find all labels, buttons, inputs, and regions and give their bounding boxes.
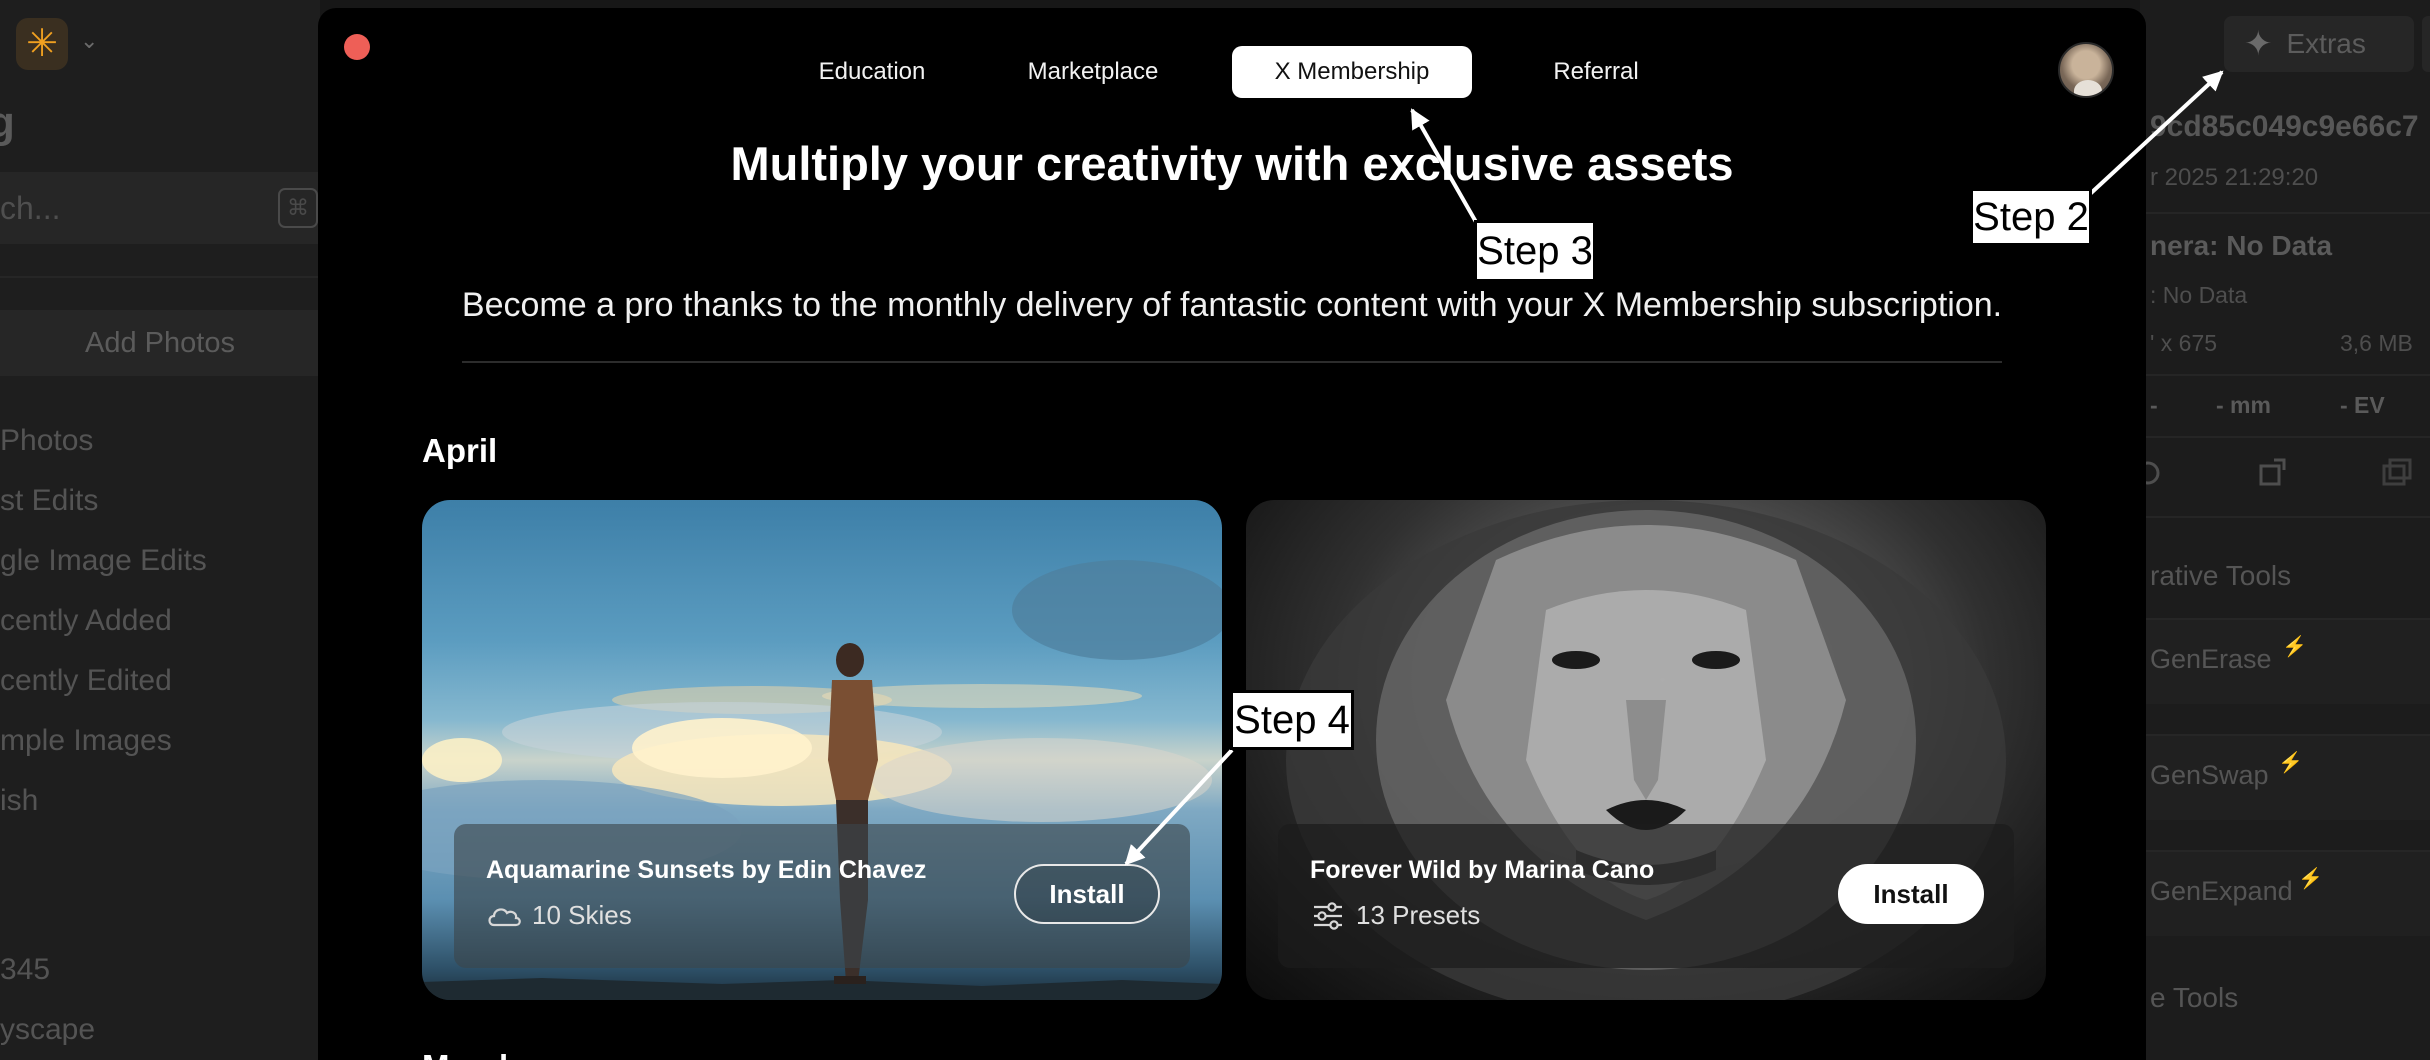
step4-label: Step 4 [1230,690,1354,750]
exposure-compensation: - EV [2340,392,2385,418]
creative-tools-heading: rative Tools [2150,560,2292,591]
compare-icon[interactable] [2380,456,2414,490]
sidebar-item-trash[interactable]: ish [0,778,207,838]
generase-tool[interactable]: GenErase ⚡ [2140,618,2430,704]
focal-length: - mm [2216,392,2271,418]
card-title: Forever Wild by Marina Cano [1310,856,1655,884]
app-window: ✳ ⌄ g ch... ⌘ Add Photos Photos st Edits… [0,0,2430,1060]
divider [2140,516,2430,518]
avatar[interactable] [2058,42,2114,98]
card-meta-label: 10 Skies [532,900,632,930]
image-dimensions: ' x 675 [2150,330,2218,356]
card-meta: 10 Skies [486,900,632,931]
step3-label: Step 3 [1474,220,1596,282]
genswap-tool[interactable]: GenSwap ⚡ [2140,734,2430,820]
sliders-icon [1314,901,1342,930]
lightning-icon: ⚡ [2282,636,2307,658]
sidebar-item-recently-added[interactable]: cently Added [0,598,207,658]
tab-marketplace[interactable]: Marketplace [984,46,1202,98]
page-title: Multiply your creativity with exclusive … [730,137,1734,190]
sidebar-nav: Photos st Edits gle Image Edits cently A… [0,418,207,838]
sidebar-item-all-photos[interactable]: Photos [0,418,207,478]
image-date: r 2025 21:29:20 [2150,164,2319,191]
cloud-icon [488,907,521,926]
tab-x-membership[interactable]: X Membership [1232,46,1472,98]
info-icon[interactable] [2144,456,2178,490]
lightning-icon: ⚡ [2298,868,2323,890]
divider [2140,212,2430,214]
lightning-icon: ⚡ [2278,752,2303,774]
divider [462,361,2002,363]
tool-label: GenErase [2150,644,2272,674]
install-button[interactable]: Install [1014,864,1160,924]
panel-toggle-button[interactable] [2422,16,2430,72]
step2-label: Step 2 [1970,188,2092,246]
tools-heading: e Tools [2150,982,2239,1013]
sidebar-albums: 345 yscape [0,945,95,1060]
chevron-down-icon[interactable]: ⌄ [80,28,98,54]
sidebar-album-item[interactable]: yscape [0,1005,95,1060]
month-heading: April [422,432,498,469]
divider [0,276,320,278]
asset-pack-card[interactable]: Forever Wild by Marina Cano 13 Presets I… [1246,500,2046,1000]
sidebar-item-single-image-edits[interactable]: gle Image Edits [0,538,207,598]
lens-info: : No Data [2150,282,2248,308]
tool-label: GenExpand [2150,876,2293,906]
divider [2140,436,2430,438]
divider [2140,374,2430,376]
app-logo-icon[interactable]: ✳ [16,18,68,70]
shortcut-key-icon: ⌘ [278,188,318,228]
card-info-overlay: Forever Wild by Marina Cano 13 Presets I… [1278,824,2014,968]
page-subtitle: Become a pro thanks to the monthly deliv… [461,286,2003,324]
card-info-overlay: Aquamarine Sunsets by Edin Chavez 10 Ski… [454,824,1190,968]
sparkle-icon: ✦ [2244,25,2273,63]
modal-tabs: Education Marketplace X Membership Refer… [318,46,2146,98]
sidebar-item-recently-edited[interactable]: cently Edited [0,658,207,718]
info-panel: ✦ Extras 9cd85c049c9e66c7 r 2025 21:29:2… [2140,0,2430,1060]
tool-label: GenSwap [2150,760,2269,790]
tab-education[interactable]: Education [784,46,960,98]
extras-label: Extras [2286,28,2366,59]
install-button[interactable]: Install [1838,864,1984,924]
sidebar-item-last-edits[interactable]: st Edits [0,478,207,538]
search-input[interactable]: ch... ⌘ [0,172,320,244]
sidebar-album-item[interactable]: 345 [0,945,95,1005]
exposure-value: - [2150,392,2158,418]
file-size: 3,6 MB [2340,330,2413,356]
genexpand-tool[interactable]: GenExpand ⚡ [2140,850,2430,936]
sidebar-item-sample-images[interactable]: mple Images [0,718,207,778]
next-month-label: March [422,1048,542,1060]
camera-info: nera: No Data [2150,230,2333,261]
add-photos-button[interactable]: Add Photos [0,310,320,376]
card-meta: 13 Presets [1310,900,1480,931]
next-month-heading: March [422,1048,542,1060]
search-placeholder: ch... [0,190,61,226]
sidebar-title: g [0,98,15,147]
library-sidebar: ✳ ⌄ g ch... ⌘ Add Photos Photos st Edits… [0,0,320,1060]
image-hash: 9cd85c049c9e66c7 [2150,110,2419,143]
rotate-icon[interactable] [2256,456,2290,490]
tab-referral[interactable]: Referral [1518,46,1674,98]
extras-button[interactable]: ✦ Extras [2224,16,2414,72]
card-title: Aquamarine Sunsets by Edin Chavez [486,856,927,884]
membership-modal: Education Marketplace X Membership Refer… [318,8,2146,1060]
asset-pack-card[interactable]: Aquamarine Sunsets by Edin Chavez 10 Ski… [422,500,1222,1000]
card-meta-label: 13 Presets [1356,900,1481,930]
